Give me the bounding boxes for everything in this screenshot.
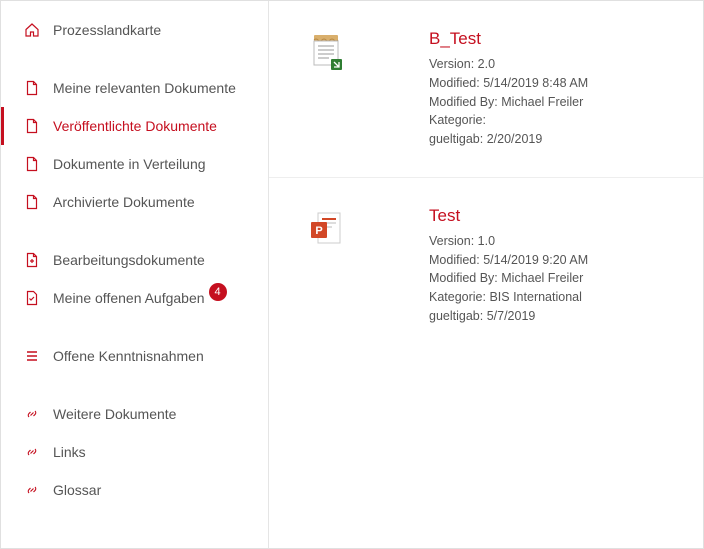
link-icon	[23, 405, 41, 423]
sidebar-item-label: Offene Kenntnisnahmen	[53, 348, 204, 364]
sidebar-item-label: Glossar	[53, 482, 101, 498]
sidebar-item-label: Bearbeitungsdokumente	[53, 252, 205, 268]
value-modifiedby: Michael Freiler	[501, 95, 583, 109]
doc-icon	[23, 117, 41, 135]
value-modifiedby: Michael Freiler	[501, 271, 583, 285]
sidebar-item-label: Meine offenen Aufgaben	[53, 290, 205, 306]
sidebar-item-links[interactable]: Links	[1, 433, 268, 471]
label-modifiedby: Modified By:	[429, 271, 498, 285]
sidebar: Prozesslandkarte Meine relevanten Dokumen…	[1, 1, 269, 548]
svg-text:P: P	[315, 225, 322, 237]
label-version: Version:	[429, 234, 474, 248]
badge: 4	[209, 283, 227, 301]
sidebar-item-weitere[interactable]: Weitere Dokumente	[1, 395, 268, 433]
sidebar-item-prozesslandkarte[interactable]: Prozesslandkarte	[1, 11, 268, 49]
sidebar-item-label: Archivierte Dokumente	[53, 194, 195, 210]
label-version: Version:	[429, 57, 474, 71]
doc-icon	[23, 193, 41, 211]
sidebar-item-label: Weitere Dokumente	[53, 406, 176, 422]
value-version: 1.0	[478, 234, 495, 248]
sidebar-item-label: Meine relevanten Dokumente	[53, 80, 236, 96]
value-modified: 5/14/2019 9:20 AM	[483, 253, 588, 267]
document-type-icon: P	[309, 206, 349, 326]
sidebar-item-kenntnis[interactable]: Offene Kenntnisnahmen	[1, 337, 268, 375]
link-icon	[23, 481, 41, 499]
label-modified: Modified:	[429, 76, 480, 90]
sidebar-item-archivierte[interactable]: Archivierte Dokumente	[1, 183, 268, 221]
sidebar-item-label: Veröffentlichte Dokumente	[53, 118, 217, 134]
document-title[interactable]: B_Test	[429, 29, 588, 49]
sidebar-item-glossar[interactable]: Glossar	[1, 471, 268, 509]
sidebar-item-label: Prozesslandkarte	[53, 22, 161, 38]
list-icon	[23, 347, 41, 365]
home-icon	[23, 21, 41, 39]
doc-icon	[23, 155, 41, 173]
link-icon	[23, 443, 41, 461]
label-modified: Modified:	[429, 253, 480, 267]
sidebar-item-veroeffentlichte[interactable]: Veröffentlichte Dokumente	[1, 107, 268, 145]
document-info: B_Test Version: 2.0 Modified: 5/14/2019 8:…	[429, 29, 588, 149]
document-list: B_Test Version: 2.0 Modified: 5/14/2019 8:…	[269, 1, 703, 548]
sidebar-item-bearbeitung[interactable]: Bearbeitungsdokumente	[1, 241, 268, 279]
document-row: B_Test Version: 2.0 Modified: 5/14/2019 8:…	[269, 1, 703, 178]
label-modifiedby: Modified By:	[429, 95, 498, 109]
document-type-icon	[309, 29, 349, 149]
value-kategorie: BIS International	[489, 290, 581, 304]
sidebar-item-label: Dokumente in Verteilung	[53, 156, 206, 172]
label-kategorie: Kategorie:	[429, 290, 486, 304]
docplus-icon	[23, 251, 41, 269]
document-meta: Version: 1.0 Modified: 5/14/2019 9:20 AM M…	[429, 232, 588, 326]
document-info: Test Version: 1.0 Modified: 5/14/2019 9:20…	[429, 206, 588, 326]
value-modified: 5/14/2019 8:48 AM	[483, 76, 588, 90]
value-gueltigab: 5/7/2019	[487, 309, 536, 323]
value-version: 2.0	[478, 57, 495, 71]
doc-icon	[23, 79, 41, 97]
sidebar-item-relevante[interactable]: Meine relevanten Dokumente	[1, 69, 268, 107]
label-kategorie: Kategorie:	[429, 113, 486, 127]
document-row: P Test Version: 1.0 Modified: 5/14/2019 9:2…	[269, 178, 703, 354]
task-icon	[23, 289, 41, 307]
label-gueltigab: gueltigab:	[429, 132, 483, 146]
value-gueltigab: 2/20/2019	[487, 132, 543, 146]
sidebar-item-verteilung[interactable]: Dokumente in Verteilung	[1, 145, 268, 183]
sidebar-item-label: Links	[53, 444, 86, 460]
sidebar-item-aufgaben[interactable]: Meine offenen Aufgaben4	[1, 279, 268, 317]
label-gueltigab: gueltigab:	[429, 309, 483, 323]
document-meta: Version: 2.0 Modified: 5/14/2019 8:48 AM M…	[429, 55, 588, 149]
document-title[interactable]: Test	[429, 206, 588, 226]
